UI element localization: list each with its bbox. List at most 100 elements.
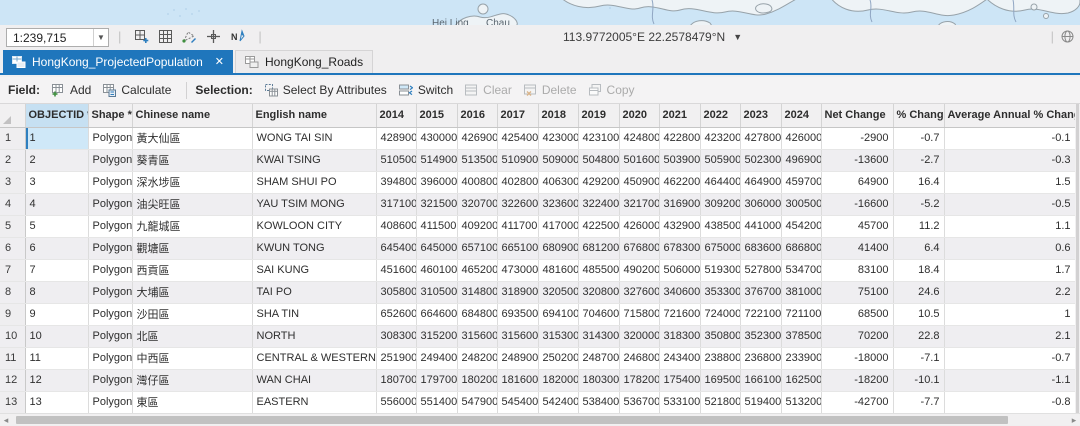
year-value-cell[interactable]: 180300 xyxy=(578,369,619,391)
pct-change-cell[interactable]: 6.4 xyxy=(893,237,944,259)
pct-change-cell[interactable]: -0.7 xyxy=(893,127,944,149)
year-value-cell[interactable]: 314800 xyxy=(457,281,497,303)
year-value-cell[interactable]: 378500 xyxy=(781,325,821,347)
year-value-cell[interactable]: 251900 xyxy=(376,347,416,369)
year-value-cell[interactable]: 724000 xyxy=(700,303,740,325)
year-value-cell[interactable]: 676800 xyxy=(619,237,659,259)
year-value-cell[interactable]: 481600 xyxy=(538,259,578,281)
english-name-cell[interactable]: KWAI TSING xyxy=(252,149,376,171)
english-name-cell[interactable]: KWUN TONG xyxy=(252,237,376,259)
year-value-cell[interactable]: 645000 xyxy=(416,237,457,259)
chinese-name-cell[interactable]: 黃大仙區 xyxy=(132,127,252,149)
english-name-cell[interactable]: WONG TAI SIN xyxy=(252,127,376,149)
year-value-cell[interactable]: 427800 xyxy=(740,127,781,149)
avg-annual-pct-change-cell[interactable]: -0.7 xyxy=(944,347,1075,369)
year-value-cell[interactable]: 464900 xyxy=(740,171,781,193)
year-value-cell[interactable]: 510900 xyxy=(497,149,538,171)
north-arrow-icon[interactable]: N xyxy=(229,28,246,45)
tab-hongkong-projectedpopulation[interactable]: HongKong_ProjectedPopulation ✕ xyxy=(3,50,233,73)
close-icon[interactable]: ✕ xyxy=(215,55,224,68)
row-number-cell[interactable]: 10 xyxy=(0,325,25,347)
row-number-cell[interactable]: 6 xyxy=(0,237,25,259)
column-header-2018[interactable]: 2018 xyxy=(538,104,578,127)
vertical-scrollbar[interactable] xyxy=(1075,104,1080,413)
row-number-cell[interactable]: 4 xyxy=(0,193,25,215)
year-value-cell[interactable]: 320700 xyxy=(457,193,497,215)
crosshair-icon[interactable] xyxy=(205,28,222,45)
english-name-cell[interactable]: WAN CHAI xyxy=(252,369,376,391)
year-value-cell[interactable]: 426000 xyxy=(619,215,659,237)
year-value-cell[interactable]: 236800 xyxy=(740,347,781,369)
year-value-cell[interactable]: 248200 xyxy=(457,347,497,369)
year-value-cell[interactable]: 248700 xyxy=(578,347,619,369)
year-value-cell[interactable]: 527800 xyxy=(740,259,781,281)
chinese-name-cell[interactable]: 中西區 xyxy=(132,347,252,369)
year-value-cell[interactable]: 314300 xyxy=(578,325,619,347)
english-name-cell[interactable]: SHAM SHUI PO xyxy=(252,171,376,193)
shape-cell[interactable]: Polygon xyxy=(88,215,132,237)
year-value-cell[interactable]: 321500 xyxy=(416,193,457,215)
year-value-cell[interactable]: 686800 xyxy=(781,237,821,259)
year-value-cell[interactable]: 249400 xyxy=(416,347,457,369)
year-value-cell[interactable]: 426900 xyxy=(457,127,497,149)
row-number-cell[interactable]: 3 xyxy=(0,171,25,193)
column-header-change[interactable]: % Change xyxy=(893,104,944,127)
english-name-cell[interactable]: CENTRAL & WESTERN xyxy=(252,347,376,369)
avg-annual-pct-change-cell[interactable]: -0.5 xyxy=(944,193,1075,215)
chinese-name-cell[interactable]: 觀塘區 xyxy=(132,237,252,259)
shape-cell[interactable]: Polygon xyxy=(88,369,132,391)
shape-cell[interactable]: Polygon xyxy=(88,149,132,171)
year-value-cell[interactable]: 652600 xyxy=(376,303,416,325)
net-change-cell[interactable]: 41400 xyxy=(821,237,893,259)
year-value-cell[interactable]: 693500 xyxy=(497,303,538,325)
year-value-cell[interactable]: 533100 xyxy=(659,391,700,413)
year-value-cell[interactable]: 657100 xyxy=(457,237,497,259)
year-value-cell[interactable]: 496900 xyxy=(781,149,821,171)
year-value-cell[interactable]: 683600 xyxy=(740,237,781,259)
avg-annual-pct-change-cell[interactable]: 0.6 xyxy=(944,237,1075,259)
year-value-cell[interactable]: 514900 xyxy=(416,149,457,171)
chevron-down-icon[interactable]: ▼ xyxy=(93,29,108,46)
year-value-cell[interactable]: 551400 xyxy=(416,391,457,413)
year-value-cell[interactable]: 459700 xyxy=(781,171,821,193)
chinese-name-cell[interactable]: 沙田區 xyxy=(132,303,252,325)
net-change-cell[interactable]: -18000 xyxy=(821,347,893,369)
row-number-cell[interactable]: 1 xyxy=(0,127,25,149)
year-value-cell[interactable]: 381000 xyxy=(781,281,821,303)
year-value-cell[interactable]: 182000 xyxy=(538,369,578,391)
year-value-cell[interactable]: 411500 xyxy=(416,215,457,237)
year-value-cell[interactable]: 423200 xyxy=(700,127,740,149)
english-name-cell[interactable]: NORTH xyxy=(252,325,376,347)
year-value-cell[interactable]: 428900 xyxy=(376,127,416,149)
year-value-cell[interactable]: 250200 xyxy=(538,347,578,369)
year-value-cell[interactable]: 422500 xyxy=(578,215,619,237)
shape-cell[interactable]: Polygon xyxy=(88,193,132,215)
avg-annual-pct-change-cell[interactable]: 1.7 xyxy=(944,259,1075,281)
objectid-cell[interactable]: 2 xyxy=(25,149,88,171)
year-value-cell[interactable]: 556000 xyxy=(376,391,416,413)
column-header-net-change[interactable]: Net Change xyxy=(821,104,893,127)
year-value-cell[interactable]: 169500 xyxy=(700,369,740,391)
year-value-cell[interactable]: 519400 xyxy=(740,391,781,413)
shape-cell[interactable]: Polygon xyxy=(88,259,132,281)
avg-annual-pct-change-cell[interactable]: -0.8 xyxy=(944,391,1075,413)
year-value-cell[interactable]: 462200 xyxy=(659,171,700,193)
year-value-cell[interactable]: 394800 xyxy=(376,171,416,193)
year-value-cell[interactable]: 721600 xyxy=(659,303,700,325)
year-value-cell[interactable]: 681200 xyxy=(578,237,619,259)
year-value-cell[interactable]: 376700 xyxy=(740,281,781,303)
calculate-field-button[interactable]: Calculate xyxy=(98,80,178,100)
chinese-name-cell[interactable]: 九龍城區 xyxy=(132,215,252,237)
row-number-cell[interactable]: 7 xyxy=(0,259,25,281)
english-name-cell[interactable]: KOWLOON CITY xyxy=(252,215,376,237)
column-header-shape[interactable]: Shape * xyxy=(88,104,132,127)
year-value-cell[interactable]: 521800 xyxy=(700,391,740,413)
shape-cell[interactable]: Polygon xyxy=(88,171,132,193)
year-value-cell[interactable]: 411700 xyxy=(497,215,538,237)
year-value-cell[interactable]: 400800 xyxy=(457,171,497,193)
objectid-cell[interactable]: 8 xyxy=(25,281,88,303)
year-value-cell[interactable]: 248900 xyxy=(497,347,538,369)
english-name-cell[interactable]: SAI KUNG xyxy=(252,259,376,281)
year-value-cell[interactable]: 534700 xyxy=(781,259,821,281)
year-value-cell[interactable]: 353300 xyxy=(700,281,740,303)
